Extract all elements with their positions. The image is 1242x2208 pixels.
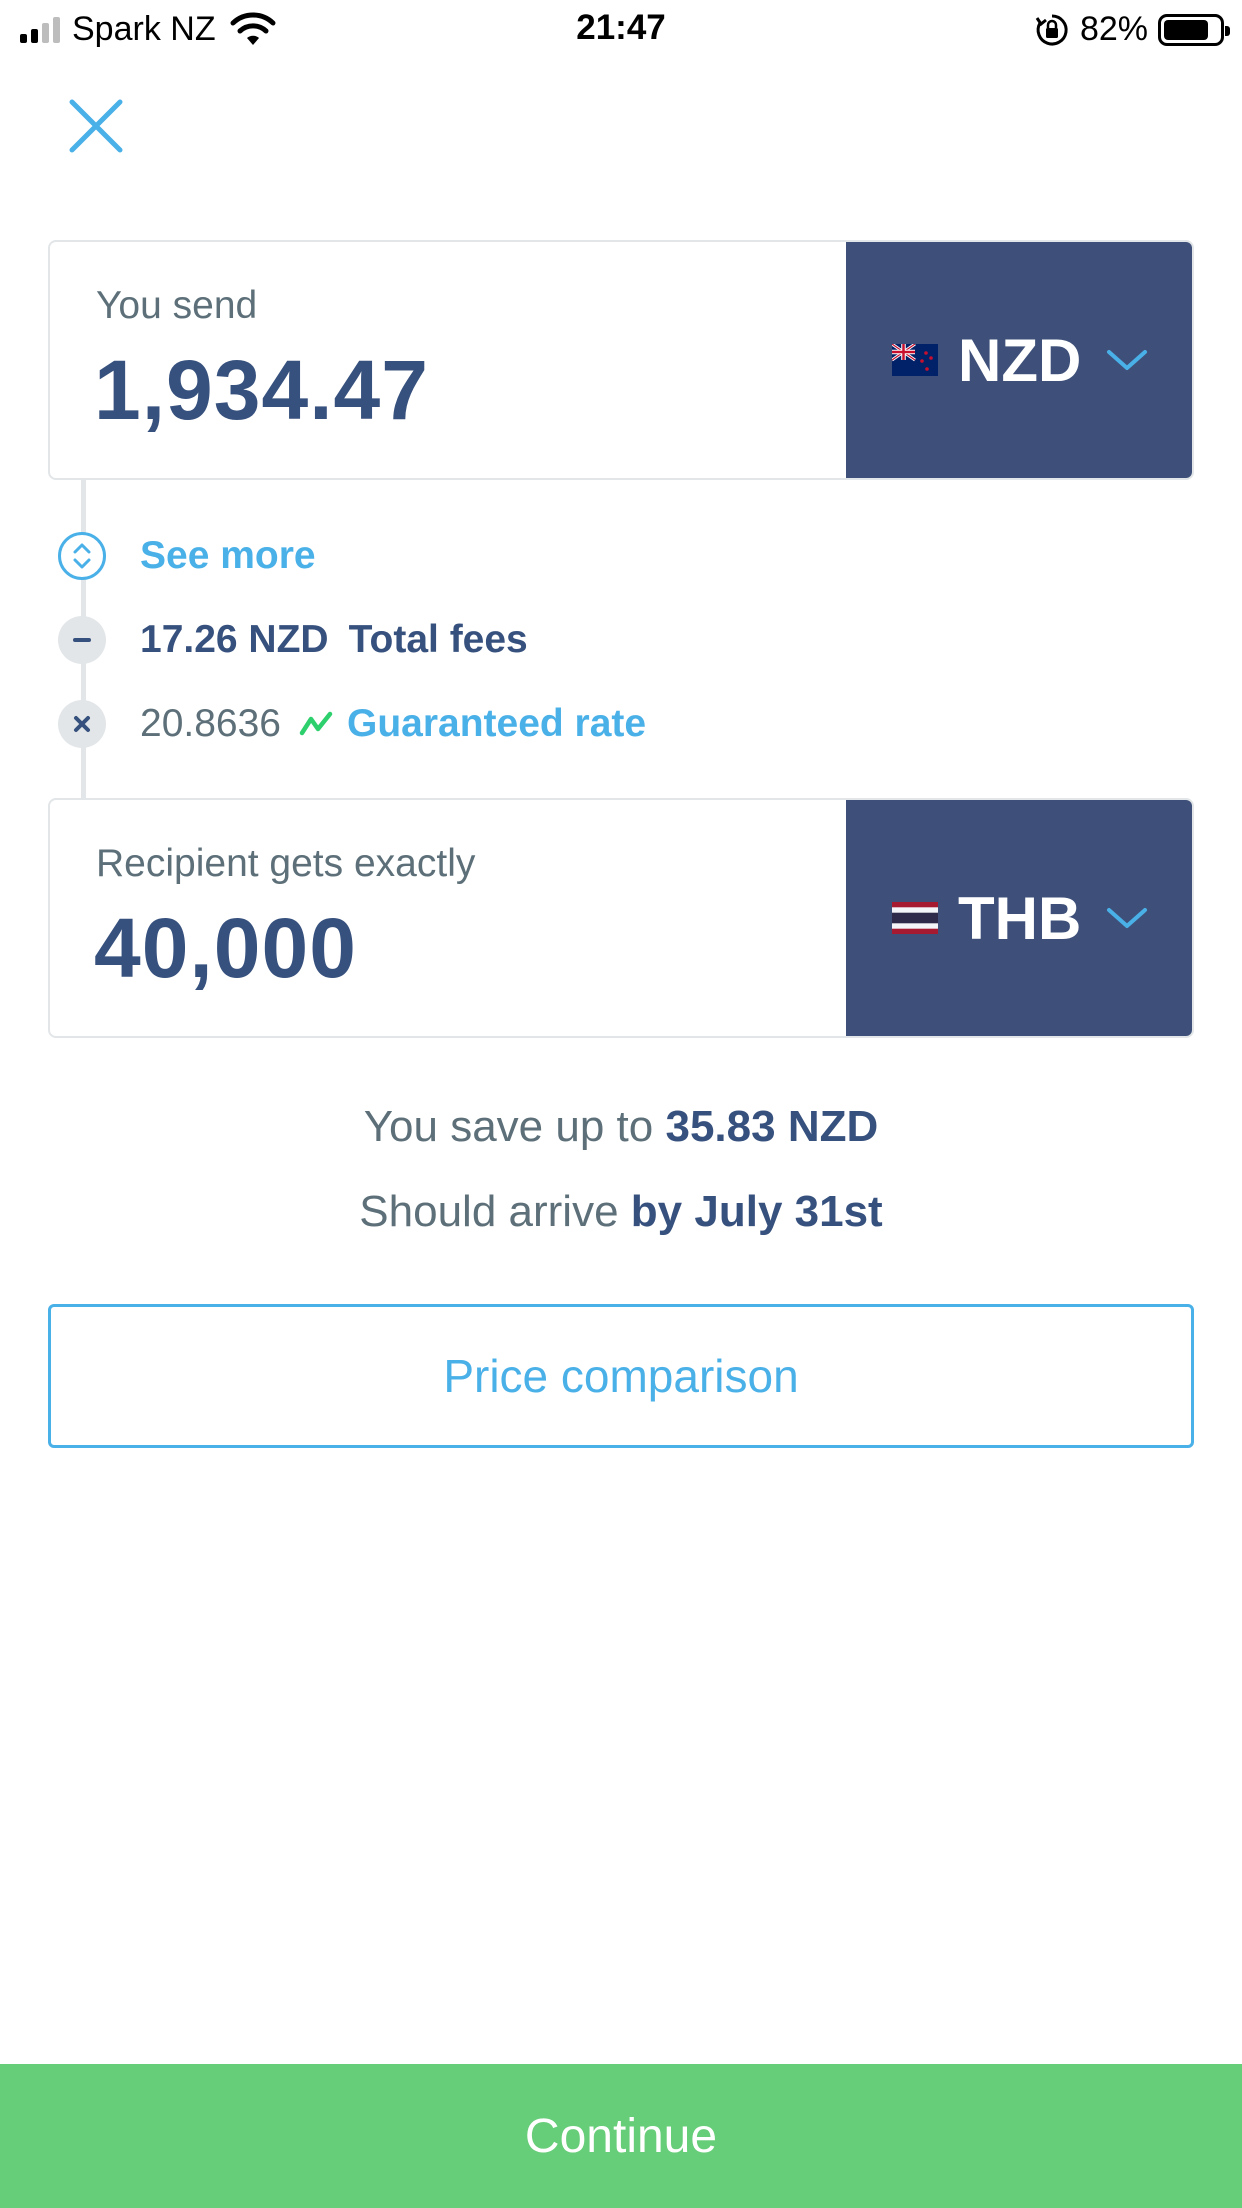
minus-icon — [58, 616, 106, 664]
receive-amount-input[interactable]: 40,000 — [94, 900, 357, 997]
rate-row: 20.8636 Guaranteed rate — [58, 700, 646, 748]
arrive-date: by July 31st — [630, 1187, 883, 1236]
arrive-prefix: Should arrive — [359, 1187, 619, 1236]
battery-percent: 82% — [1079, 10, 1148, 48]
send-amount-box: You send 1,934.47 NZD — [48, 240, 1194, 480]
trend-icon — [299, 711, 333, 736]
guaranteed-rate-link[interactable]: Guaranteed rate — [347, 702, 646, 746]
fee-row: 17.26 NZD Total fees — [58, 616, 528, 664]
receive-label: Recipient gets exactly — [96, 842, 476, 885]
save-prefix: You save up to — [363, 1102, 654, 1151]
receive-amount-box: Recipient gets exactly 40,000 THB — [48, 798, 1194, 1038]
expand-icon — [58, 532, 106, 580]
arrival-text: Should arrive by July 31st — [0, 1187, 1242, 1237]
see-more-link[interactable]: See more — [140, 534, 316, 578]
status-right: 82% — [1034, 10, 1230, 49]
close-icon[interactable] — [66, 96, 126, 156]
receive-currency-code: THB — [958, 884, 1082, 952]
status-bar: Spark NZ 21:47 82% — [0, 0, 1242, 62]
send-currency-code: NZD — [958, 326, 1082, 394]
send-amount-input[interactable]: 1,934.47 — [94, 342, 429, 439]
rotation-lock-icon — [1035, 13, 1068, 45]
chevron-down-icon — [1107, 350, 1148, 370]
multiply-icon — [58, 700, 106, 748]
price-comparison-button[interactable]: Price comparison — [48, 1304, 1194, 1448]
send-currency-select[interactable]: NZD — [846, 242, 1192, 478]
savings-text: You save up to 35.83 NZD — [0, 1102, 1242, 1152]
continue-button[interactable]: Continue — [0, 2064, 1242, 2208]
fee-amount: 17.26 NZD — [140, 618, 329, 661]
exchange-rate: 20.8636 — [140, 702, 281, 745]
fee-label: Total fees — [348, 618, 528, 661]
nz-flag-icon — [892, 344, 938, 376]
chevron-down-icon — [1107, 908, 1148, 928]
battery-icon — [1158, 13, 1230, 46]
save-amount: 35.83 NZD — [665, 1102, 879, 1151]
receive-currency-select[interactable]: THB — [846, 800, 1192, 1036]
send-label: You send — [96, 284, 258, 327]
see-more-row[interactable]: See more — [58, 532, 316, 580]
th-flag-icon — [892, 902, 938, 934]
